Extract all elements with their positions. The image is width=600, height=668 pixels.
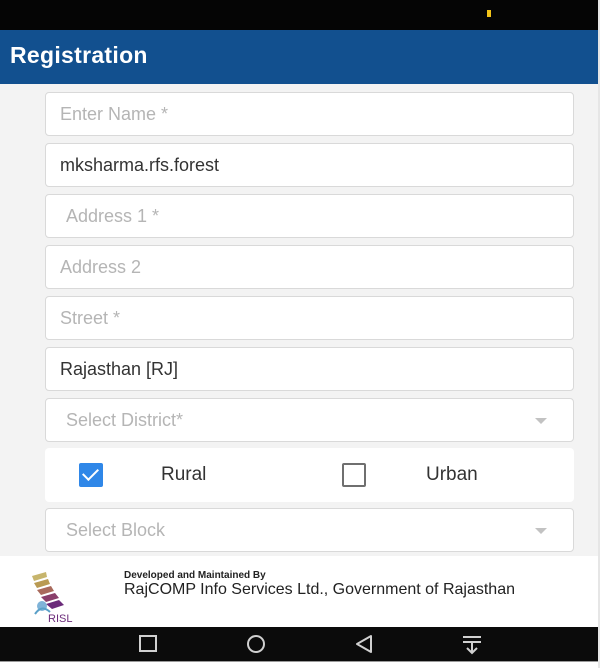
rural-checkbox[interactable] <box>79 463 103 487</box>
notification-shade-button[interactable] <box>452 627 492 661</box>
square-icon <box>139 635 157 652</box>
checkmark-icon <box>82 464 99 481</box>
footer: RISL Developed and Maintained By RajCOMP… <box>0 556 598 627</box>
footer-caption: Developed and Maintained By <box>124 570 266 581</box>
circle-icon <box>247 635 265 653</box>
bottom-divider <box>0 661 598 668</box>
block-select-label: Select Block <box>66 519 166 540</box>
rural-label[interactable]: Rural <box>161 464 206 486</box>
notification-indicator <box>487 10 491 17</box>
address2-input[interactable]: Address 2 <box>45 245 574 289</box>
district-select[interactable]: Select District* <box>45 398 574 442</box>
district-select-label: Select District* <box>66 409 184 430</box>
urban-checkbox[interactable] <box>342 463 366 487</box>
footer-company: RajCOMP Info Services Ltd., Government o… <box>124 581 515 598</box>
risl-logo: RISL <box>24 568 104 626</box>
triangle-back-icon <box>356 635 372 653</box>
logo-text: RISL <box>48 613 72 625</box>
street-input[interactable]: Street * <box>45 296 574 340</box>
app-bar: Registration <box>0 30 598 84</box>
urban-label[interactable]: Urban <box>426 464 478 486</box>
status-bar <box>0 0 598 30</box>
registration-form: Enter Name * mksharma.rfs.forest Address… <box>0 84 598 556</box>
state-input[interactable]: Rajasthan [RJ] <box>45 347 574 391</box>
page-title: Registration <box>10 42 148 68</box>
navigation-bar <box>0 627 598 661</box>
home-button[interactable] <box>236 627 276 661</box>
notification-shade-icon <box>463 636 481 655</box>
back-button[interactable] <box>344 627 384 661</box>
dropdown-arrow-icon <box>535 528 547 534</box>
block-select[interactable]: Select Block <box>45 508 574 552</box>
username-input[interactable]: mksharma.rfs.forest <box>45 143 574 187</box>
dropdown-arrow-icon <box>535 418 547 424</box>
address1-input[interactable]: Address 1 * <box>45 194 574 238</box>
name-input[interactable]: Enter Name * <box>45 92 574 136</box>
recent-apps-button[interactable] <box>128 627 168 661</box>
risl-logo-icon: RISL <box>32 572 72 625</box>
area-type-row: Rural Urban <box>45 448 574 502</box>
phone-screen: Registration Enter Name * mksharma.rfs.f… <box>0 0 600 668</box>
